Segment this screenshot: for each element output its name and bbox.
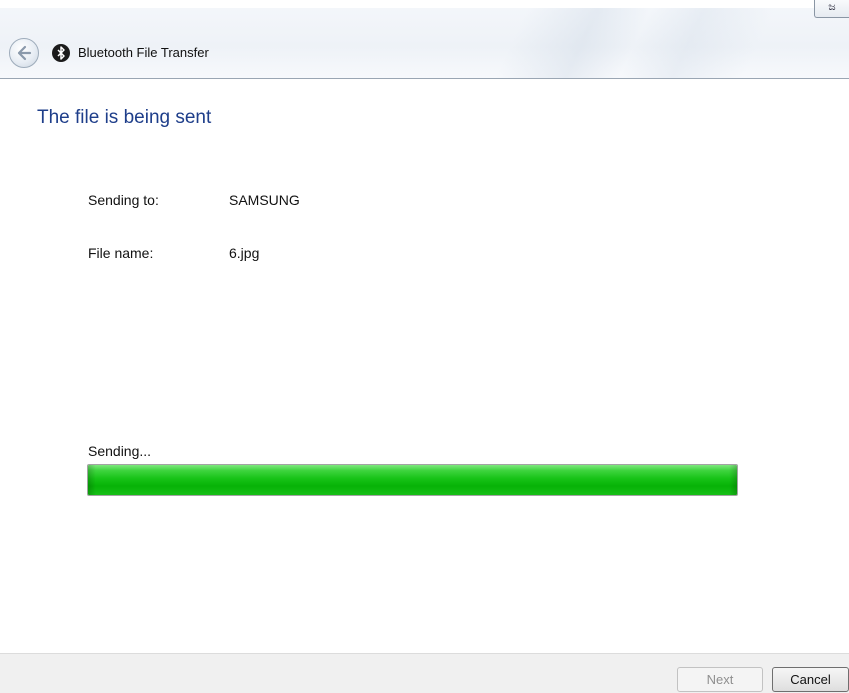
file-name-label: File name: <box>88 245 154 261</box>
progress-bar <box>87 464 738 496</box>
sending-to-value: SAMSUNG <box>229 192 300 208</box>
page-heading: The file is being sent <box>37 107 212 128</box>
corner-button[interactable]: ಜ <box>814 0 849 18</box>
top-strip <box>0 0 849 8</box>
cancel-button[interactable]: Cancel <box>772 667 849 692</box>
progress-bar-fill <box>88 465 737 495</box>
file-name-value: 6.jpg <box>229 245 260 261</box>
window-title: Bluetooth File Transfer <box>78 45 209 60</box>
sending-to-label: Sending to: <box>88 192 159 208</box>
bluetooth-icon <box>52 44 70 62</box>
next-button[interactable]: Next <box>677 667 763 692</box>
title-bar: ಜ Bluetooth File Transfer <box>0 0 849 79</box>
back-button[interactable] <box>9 38 39 68</box>
progress-label: Sending... <box>88 443 152 459</box>
bluetooth-file-transfer-window: ಜ Bluetooth File Transfer The file is be… <box>0 0 849 693</box>
